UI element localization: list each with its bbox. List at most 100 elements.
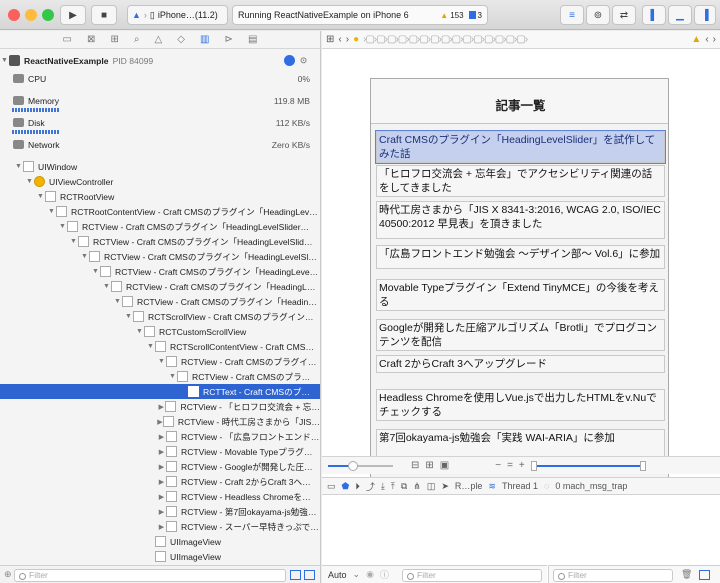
filter-toggle-icon[interactable] (290, 570, 301, 580)
view-row[interactable]: UIImageView (0, 534, 320, 549)
disclosure-open-icon[interactable]: ▼ (113, 298, 122, 305)
view-row[interactable]: ▼ RCTScrollView - Craft CMSのプラグイン… (0, 309, 320, 324)
step-over-icon[interactable]: ⤴ (366, 480, 375, 493)
issue-navigator-icon[interactable]: △ (155, 34, 163, 45)
zoom-out-icon[interactable]: − (495, 460, 501, 471)
location-icon[interactable]: ➤ (441, 481, 449, 492)
folder-icon[interactable]: ▭ (63, 34, 72, 45)
view-row-selected[interactable]: RCTText - Craft CMSのプ… (0, 384, 320, 399)
view-row[interactable]: ▼ RCTCustomScrollView (0, 324, 320, 339)
debug-navigator-icon[interactable]: ▥ (200, 34, 209, 45)
continue-icon[interactable]: ⏵ (355, 481, 360, 492)
zoom-window-button[interactable] (42, 9, 54, 21)
environment-icon[interactable]: ◫ (427, 481, 436, 492)
view-row[interactable]: ▶ RCTView - Headless Chromeを… (0, 489, 320, 504)
related-items-icon[interactable]: ⊞ (326, 34, 334, 45)
split-view-icon[interactable] (699, 570, 710, 580)
view-debugger-icon[interactable]: ● (353, 34, 359, 45)
article-item[interactable]: 「ヒロフロ交流会 + 忘年会」でアクセシビリティ関連の話をしてきました (376, 165, 665, 197)
disclosure-open-icon[interactable]: ▼ (124, 313, 133, 320)
disclosure-closed-icon[interactable]: ▶ (157, 508, 166, 516)
disclosure-open-icon[interactable]: ▼ (135, 328, 144, 335)
disclosure-closed-icon[interactable]: ▶ (157, 403, 165, 411)
stop-button[interactable]: ■ (91, 5, 117, 25)
view-hierarchy-icon[interactable]: ⧉ (401, 481, 407, 492)
orient-icon[interactable]: ▣ (440, 460, 449, 471)
gauge-row-cpu[interactable]: CPU 0% (0, 71, 320, 86)
view-row[interactable]: ▼ RCTRootContentView - Craft CMSのプラグイン「He… (0, 204, 320, 219)
disclosure-closed-icon[interactable]: ▶ (157, 478, 166, 486)
view-row[interactable]: ▶ RCTView - スーパー早特きっぷで… (0, 519, 320, 534)
clip-icon[interactable]: ⊟ (411, 460, 419, 471)
disclosure-open-icon[interactable]: ▼ (14, 163, 23, 170)
info-icon-2[interactable]: ⓘ (380, 568, 389, 581)
zoom-in-icon[interactable]: + (519, 460, 525, 471)
view-row[interactable]: ▼ RCTView - Craft CMSのプラ… (0, 369, 320, 384)
view-row[interactable]: ▼ RCTView - Craft CMSのプラグイン「HeadingLevelS… (0, 249, 320, 264)
version-editor-button[interactable]: ⇄ (612, 5, 636, 25)
filter-icon[interactable]: ⊕ (4, 569, 12, 580)
breakpoints-toggle-icon[interactable]: ⬟ (342, 481, 350, 492)
variables-filter-input[interactable]: Filter (402, 569, 542, 582)
forward-icon[interactable]: › (346, 34, 349, 45)
disclosure-open-icon[interactable]: ▼ (102, 283, 111, 290)
trash-icon[interactable]: 🗑 (681, 569, 692, 580)
disclosure-closed-icon[interactable]: ▶ (157, 463, 166, 471)
article-item[interactable]: 第7回okayama-js勉強会「実践 WAI-ARIA」に参加 (376, 429, 665, 459)
wireframe-icon[interactable]: ⊞ (425, 460, 433, 471)
view-row[interactable]: ▶ RCTView - 「ヒロフロ交流会 + 忘… (0, 399, 320, 414)
range-slider[interactable] (530, 460, 646, 471)
memory-graph-icon[interactable]: ⋔ (413, 481, 421, 492)
issues-indicator[interactable]: ▲ 153 3 (440, 11, 482, 20)
breadcrumb-thread[interactable]: Thread 1 (502, 481, 538, 491)
article-item[interactable]: 「広島フロントエンド勉強会 〜デザイン部〜 Vol.6」に参加 (376, 245, 665, 269)
disclosure-open-icon[interactable]: ▼ (146, 343, 155, 350)
inspector-toggle-button[interactable]: ▐ (694, 5, 716, 25)
disclosure-open-icon[interactable]: ▼ (36, 193, 45, 200)
article-item[interactable]: Headless Chromeを使用しVue.jsで出力したHTMLをv.Nuで… (376, 389, 665, 421)
view-row[interactable]: ▼ RCTView - Craft CMSのプラグイン「HeadingLevelS… (0, 234, 320, 249)
close-window-button[interactable] (8, 9, 20, 21)
view-row[interactable]: ▼ UIViewController (0, 174, 320, 189)
hide-debug-icon[interactable]: ▭ (327, 481, 336, 492)
disclosure-open-icon[interactable]: ▼ (157, 358, 166, 365)
auto-selector[interactable]: Auto (328, 570, 347, 580)
view-row[interactable]: ▶ RCTView - Movable Typeプラグ… (0, 444, 320, 459)
disclosure-closed-icon[interactable]: ▶ (157, 448, 166, 456)
spacing-slider[interactable] (328, 460, 393, 471)
disclosure-open-icon[interactable]: ▼ (91, 268, 100, 275)
view-debugger-canvas[interactable]: 記事一覧 Craft CMSのプラグイン「HeadingLevelSlider」… (322, 50, 720, 487)
source-control-icon[interactable]: ⊠ (87, 34, 95, 45)
report-icon[interactable]: ▤ (248, 34, 257, 45)
article-item[interactable]: Movable Typeプラグイン「Extend TinyMCE」の今後を考える (376, 279, 665, 311)
article-item[interactable]: Craft 2からCraft 3へアップグレード (376, 355, 665, 373)
disclosure-closed-icon[interactable]: ▶ (157, 523, 166, 531)
step-into-icon[interactable]: ⤓ (381, 481, 385, 492)
hierarchy-icon[interactable]: ⊞ (110, 34, 118, 45)
console-filter-input[interactable]: Filter (553, 569, 673, 582)
process-row[interactable]: ▼ ReactNativeExample PID 84099 ⊙ (0, 53, 320, 68)
filter-toggle-icon-2[interactable] (304, 570, 315, 580)
find-icon[interactable]: ⌕ (134, 34, 140, 45)
article-item[interactable]: Googleが開発した圧縮アルゴリズム「Brotli」でプログコンテンツを配信 (376, 319, 665, 351)
view-row[interactable]: ▼ RCTRootView (0, 189, 320, 204)
step-out-icon[interactable]: ⤒ (391, 481, 395, 492)
gauge-row-network[interactable]: Network Zero KB/s (0, 137, 320, 152)
disclosure-closed-icon[interactable]: ▶ (157, 433, 166, 441)
disclosure-open-icon[interactable]: ▼ (80, 253, 89, 260)
disclosure-open-icon[interactable]: ▼ (47, 208, 56, 215)
disclosure-closed-icon[interactable]: ▶ (157, 493, 166, 501)
back-icon-2[interactable]: ‹ (705, 34, 708, 45)
test-icon[interactable]: ◇ (177, 34, 185, 45)
info-icon[interactable]: ⊙ (300, 55, 307, 66)
breadcrumb-app[interactable]: R…ple (455, 481, 483, 491)
gauge-row-disk[interactable]: Disk 112 KB/s (0, 115, 320, 130)
debug-area-toggle-button[interactable]: ▁ (668, 5, 692, 25)
view-row[interactable]: ▼ RCTView - Craft CMSのプラグイン「HeadingLeve… (0, 264, 320, 279)
navigator-toggle-button[interactable]: ▌ (642, 5, 666, 25)
disclosure-open-icon[interactable]: ▼ (168, 373, 177, 380)
back-icon[interactable]: ‹ (338, 34, 341, 45)
view-row[interactable]: ▶ RCTView - 時代工房さまから「JIS… (0, 414, 320, 429)
breadcrumb-frame[interactable]: 0 mach_msg_trap (555, 481, 627, 491)
standard-editor-button[interactable]: ≡ (560, 5, 584, 25)
